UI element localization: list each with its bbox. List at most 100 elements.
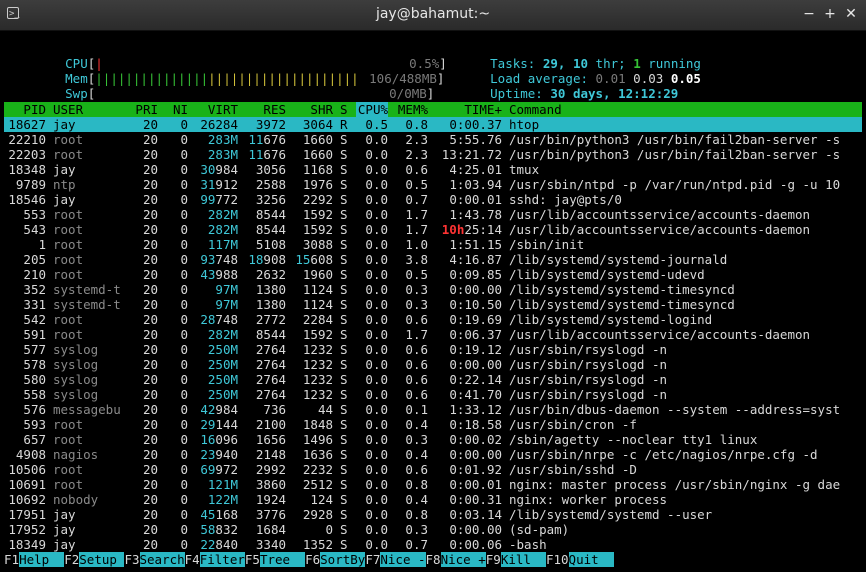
process-row[interactable]: 558 syslog 20 0 250M 2764 1232 S 0.0 0.6 0:41.70/u… xyxy=(4,387,862,402)
fkey-label-kill[interactable]: Kill xyxy=(500,552,546,567)
process-row[interactable]: 352 systemd-t 20 0 97M 1380 1124 S 0.0 0.3 0:00.00… xyxy=(4,282,862,297)
title-bar[interactable]: >_ jay@bahamut:~ − + ✕ xyxy=(0,0,866,31)
cell-user: root xyxy=(53,132,84,147)
fkey-f6[interactable]: F6 xyxy=(305,552,321,567)
fkey-label-nice[interactable]: Nice + xyxy=(440,552,486,567)
process-row[interactable]: 205 root 20 0 93748 18908 15608 S 0.0 3.8 4:16.87 /… xyxy=(4,252,862,267)
fkey-label-sortby[interactable]: SortBy xyxy=(320,552,366,567)
fkey-label-help[interactable]: Help xyxy=(19,552,65,567)
cell-ni: 0 xyxy=(180,447,188,462)
fkey-label-setup[interactable]: Setup xyxy=(79,552,125,567)
process-row[interactable]: 591 root 20 0 282M 8544 1592 S 0.0 1.7 0:06.37/usr… xyxy=(4,327,862,342)
fkey-label-search[interactable]: Search xyxy=(139,552,185,567)
process-row[interactable]: 577 syslog 20 0 250M 2764 1232 S 0.0 0.6 0:19.12/u… xyxy=(4,342,862,357)
fkey-f3[interactable]: F3 xyxy=(124,552,140,567)
virt-header[interactable]: VIRT xyxy=(194,102,238,117)
pri-header[interactable]: PRI xyxy=(130,102,158,117)
process-row[interactable]: 4908 nagios 20 0 23940 2148 1636 S 0.0 0.4 0:00.00… xyxy=(4,447,862,462)
process-row[interactable]: 10506 root 20 0 69972 2992 2232 S 0.0 0.6 0:01.92 /… xyxy=(4,462,862,477)
cell-virt: 22840 xyxy=(200,537,238,552)
fkey-label-tree[interactable]: Tree xyxy=(259,552,306,567)
cell-virt: 97M xyxy=(215,282,238,297)
cell-s: S xyxy=(340,447,348,462)
command-header[interactable]: Command xyxy=(509,102,862,117)
process-row[interactable]: 17951 jay 20 0 45168 3776 2928 S 0.0 0.8 0:03.14/l… xyxy=(4,507,862,522)
cell-shr: 3088 xyxy=(302,237,333,252)
ni-header[interactable]: NI xyxy=(164,102,188,117)
cell-cmd: /lib/systemd/systemd-timesyncd xyxy=(509,282,735,297)
state-header[interactable]: S xyxy=(340,102,350,117)
process-row[interactable]: 543 root 20 0 282M 8544 1592 S 0.0 1.7 10h25:14/us… xyxy=(4,222,862,237)
cell-res: 8544 xyxy=(255,327,286,342)
cell-pid: 331 xyxy=(23,297,46,312)
fkey-label-quit[interactable]: Quit xyxy=(568,552,614,567)
cell-ni: 0 xyxy=(180,177,188,192)
process-row[interactable]: 578 syslog 20 0 250M 2764 1232 S 0.0 0.6 0:00.00/u… xyxy=(4,357,862,372)
user-header[interactable]: USER xyxy=(53,102,133,117)
maximize-icon[interactable]: + xyxy=(821,5,839,23)
close-icon[interactable]: ✕ xyxy=(842,5,860,23)
process-row[interactable]: 22210 root 20 0 283M 11676 1660 S 0.0 2.3 5:55.76 /… xyxy=(4,132,862,147)
cell-pri: 20 xyxy=(142,237,158,252)
process-row[interactable]: 10691 root 20 0 121M 3860 2512 S 0.0 0.8 0:00.01 ng… xyxy=(4,477,862,492)
cell-user: jay xyxy=(53,162,76,177)
cell-mem: 0.4 xyxy=(405,417,428,432)
time-header[interactable]: TIME+ xyxy=(434,102,502,117)
cell-pid: 17951 xyxy=(8,507,46,522)
cell-virt: 16096 xyxy=(200,432,238,447)
process-row[interactable]: 17952 jay 20 0 58832 1684 0 S 0.0 0.3 0:00.00 (sd-p… xyxy=(4,522,862,537)
process-row[interactable]: 542 root 20 0 28748 2772 2284 S 0.0 0.6 0:19.69/li… xyxy=(4,312,862,327)
cell-cpu: 0.0 xyxy=(365,372,388,387)
cell-user: jay xyxy=(53,537,76,552)
cell-time: 0:10.50 xyxy=(449,297,502,312)
process-row[interactable]: 576 messagebu 20 0 42984 736 44 S 0.0 0.1 1:33.12 /… xyxy=(4,402,862,417)
fkey-f9[interactable]: F9 xyxy=(485,552,501,567)
cell-mem: 0.8 xyxy=(405,117,428,132)
cell-virt: 26284 xyxy=(200,117,238,132)
cell-time: 0:06.37 xyxy=(449,327,502,342)
cell-res: 2148 xyxy=(255,447,286,462)
process-row[interactable]: 580 syslog 20 0 250M 2764 1232 S 0.0 0.6 0:22.14/u… xyxy=(4,372,862,387)
process-row[interactable]: 210 root 20 0 43988 2632 1960 S 0.0 0.5 0:09.85/li… xyxy=(4,267,862,282)
cell-cpu: 0.0 xyxy=(365,402,388,417)
process-row[interactable]: 553 root 20 0 282M 8544 1592 S 0.0 1.7 1:43.78/usr… xyxy=(4,207,862,222)
minimize-icon[interactable]: − xyxy=(800,5,818,23)
fkey-f8[interactable]: F8 xyxy=(425,552,441,567)
process-row[interactable]: 593 root 20 0 29144 2100 1848 S 0.0 0.4 0:18.58/us… xyxy=(4,417,862,432)
process-row[interactable]: 22203 root 20 0 283M 11676 1660 S 0.0 2.3 13:21.72… xyxy=(4,147,862,162)
fkey-f7[interactable]: F7 xyxy=(365,552,381,567)
process-row[interactable]: 18348 jay 20 0 30984 3056 1168 S 0.0 0.6 4:25.01 tm… xyxy=(4,162,862,177)
process-row[interactable]: 18546 jay 20 0 99772 3256 2292 S 0.0 0.7 0:00.01 ss… xyxy=(4,192,862,207)
function-key-bar[interactable]: F1Help F2Setup F3SearchF4FilterF5Tree F6… xyxy=(4,552,862,567)
pid-header[interactable]: PID xyxy=(4,102,46,117)
cell-mem: 0.3 xyxy=(405,297,428,312)
process-table-header[interactable]: PID USER PRI NI VIRT RES SHR S CPU% MEM% TIME+ Comm… xyxy=(4,102,862,117)
fkey-f4[interactable]: F4 xyxy=(184,552,200,567)
fkey-label-nice[interactable]: Nice - xyxy=(380,552,426,567)
cell-time: 0:00.00 xyxy=(449,447,502,462)
terminal-content[interactable]: CPU[| 0.5%] Mem[||||||||||||||||||||||||… xyxy=(4,32,862,572)
fkey-f5[interactable]: F5 xyxy=(244,552,260,567)
process-row[interactable]: 1 root 20 0 117M 5108 3088 S 0.0 1.0 1:51.15/sbin/… xyxy=(4,237,862,252)
shr-header[interactable]: SHR xyxy=(289,102,333,117)
fkey-f1[interactable]: F1 xyxy=(4,552,20,567)
process-row[interactable]: 18349 jay 20 0 22840 3340 1352 S 0.0 0.7 0:00.06 -b… xyxy=(4,537,862,552)
fkey-label-filter[interactable]: Filter xyxy=(199,552,245,567)
mem-header[interactable]: MEM% xyxy=(396,102,428,117)
cell-cpu: 0.0 xyxy=(365,312,388,327)
process-row[interactable]: 331 systemd-t 20 0 97M 1380 1124 S 0.0 0.3 0:10.50… xyxy=(4,297,862,312)
cell-mem: 0.4 xyxy=(405,492,428,507)
fkey-f2[interactable]: F2 xyxy=(64,552,80,567)
cell-cpu: 0.0 xyxy=(365,132,388,147)
fkey-f10[interactable]: F10 xyxy=(545,552,569,567)
process-row[interactable]: 9789 ntp 20 0 31912 2588 1976 S 0.0 0.5 1:03.94/us… xyxy=(4,177,862,192)
cell-cpu: 0.0 xyxy=(365,327,388,342)
process-row[interactable]: 18627 jay 20 0 26284 3972 3064 R 0.5 0.8 0:00.37 ht… xyxy=(4,117,862,132)
res-header[interactable]: RES xyxy=(242,102,286,117)
cell-virt: 97M xyxy=(215,297,238,312)
cell-cmd: /usr/sbin/rsyslogd -n xyxy=(509,357,668,372)
process-row[interactable]: 10692 nobody 20 0 122M 1924 124 S 0.0 0.4 0:00.31 n… xyxy=(4,492,862,507)
process-row[interactable]: 657 root 20 0 16096 1656 1496 S 0.0 0.3 0:00.02/sb… xyxy=(4,432,862,447)
cpu-header[interactable]: CPU% xyxy=(356,102,388,117)
cell-pri: 20 xyxy=(142,162,158,177)
